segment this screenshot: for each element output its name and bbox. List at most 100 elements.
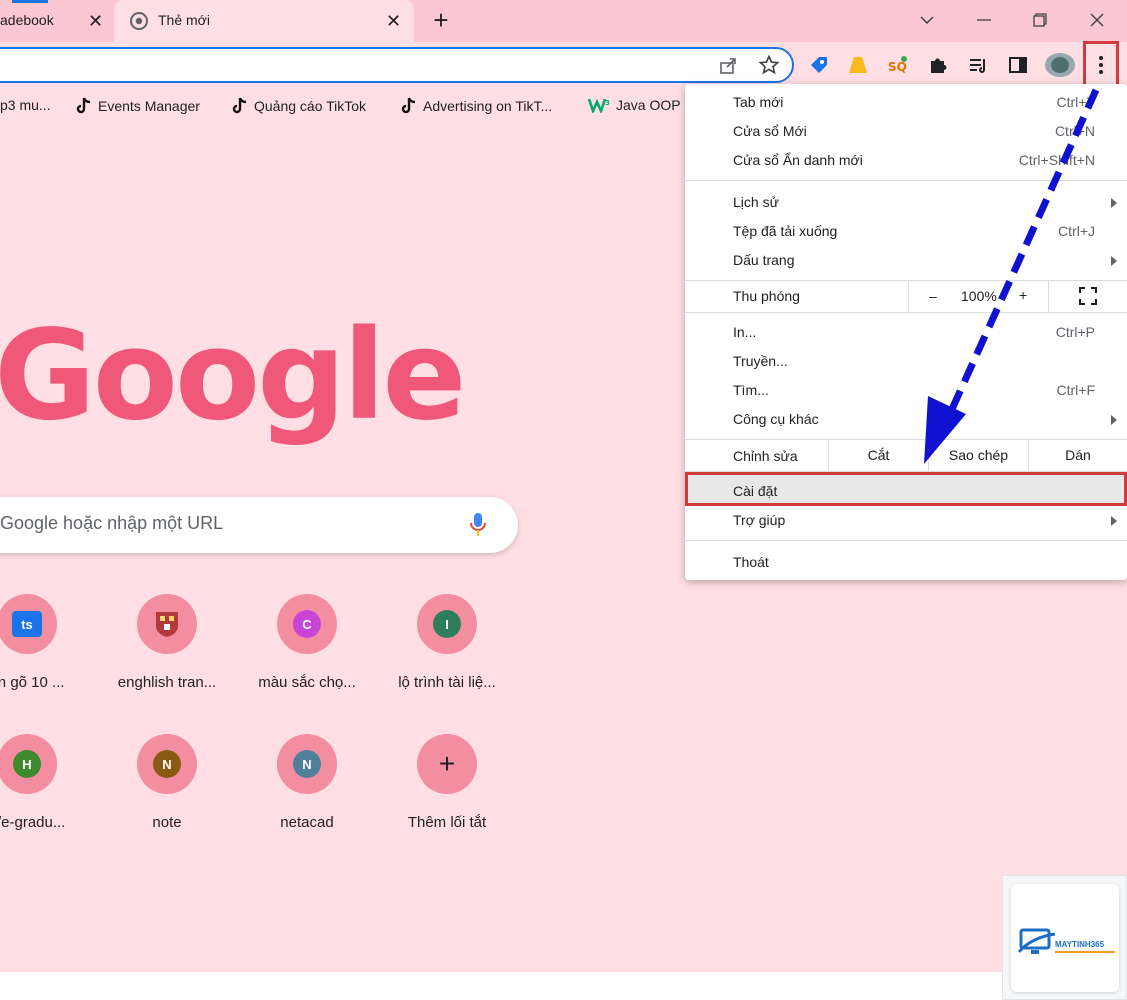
shortcut-tile[interactable]: ts ên gõ 10 ... [0,594,92,691]
menu-item-label: Dấu trang [733,252,795,268]
shortcut-initial: H [13,750,41,778]
menu-item-find[interactable]: Tìm... Ctrl+F [685,376,1127,405]
zoom-out-button[interactable]: – [929,288,937,304]
menu-item-bookmarks[interactable]: Dấu trang [685,246,1127,275]
watermark-tagline-bar [1055,951,1115,953]
tab-strip: adebook ✕ Thẻ mới ✕ + [0,0,1127,42]
minimize-icon[interactable] [969,6,999,34]
menu-button-highlight [1083,41,1119,87]
share-icon[interactable] [718,54,740,76]
menu-item-history[interactable]: Lịch sử [685,188,1127,217]
bookmark-label: Advertising on TikT... [423,98,553,114]
fullscreen-icon [1079,287,1097,305]
star-icon[interactable] [758,54,780,76]
reading-list-icon[interactable] [967,54,989,76]
zoom-label: Thu phóng [733,288,800,304]
drive-extension-icon[interactable] [847,54,869,76]
menu-edit-row: Chỉnh sửa Cắt Sao chép Dán [685,440,1127,471]
fullscreen-button[interactable] [1048,281,1127,312]
add-shortcut-button[interactable]: + Thêm lối tắt [382,734,512,831]
tab-close-icon[interactable]: ✕ [88,12,103,30]
bookmark-item[interactable]: Events Manager [76,97,200,115]
university-crest-icon [156,612,178,637]
tab-close-icon[interactable]: ✕ [386,12,401,30]
bookmark-label: p3 mu... [0,97,51,113]
menu-item-label: Cửa sổ Ẩn danh mới [733,152,863,168]
menu-item-cast[interactable]: Truyền... [685,347,1127,376]
shortcut-tile[interactable]: enghlish tran... [102,594,232,691]
menu-item-label: Tìm... [733,382,769,398]
shortcut-icon: ts [0,594,57,654]
bookmark-item[interactable]: 3 Java OOP [588,97,681,113]
menu-item-label: Cài đặt [733,483,778,499]
bookmark-item[interactable]: p3 mu... [0,97,51,113]
shortcut-icon: N [277,734,337,794]
close-icon[interactable] [1082,6,1112,34]
menu-item-exit[interactable]: Thoát [685,548,1127,577]
bookmark-item[interactable]: Advertising on TikT... [401,97,552,115]
menu-item-settings[interactable]: Cài đặt [685,472,1127,506]
menu-item-new-window[interactable]: Cửa sổ Mới Ctrl+N [685,117,1127,146]
menu-item-label: Trợ giúp [733,512,786,528]
plus-icon: + [438,748,456,779]
menu-item-label: Tệp đã tải xuống [733,223,838,239]
menu-item-shortcut: Ctrl+J [1058,223,1095,239]
restore-icon[interactable] [1025,6,1055,34]
bookmark-label: Quảng cáo TikTok [254,98,367,114]
shortcut-icon: H [0,734,57,794]
menu-item-print[interactable]: In... Ctrl+P [685,318,1127,347]
zoom-controls: – 100% + [908,281,1048,312]
toolbar: SQ [0,42,1127,88]
tag-extension-icon[interactable] [808,54,830,76]
zoom-value: 100% [961,288,997,304]
chrome-icon [130,12,148,33]
menu-item-incognito[interactable]: Cửa sổ Ẩn danh mới Ctrl+Shift+N [685,146,1127,175]
menu-item-more-tools[interactable]: Công cụ khác [685,405,1127,434]
side-panel-icon[interactable] [1007,54,1029,76]
shortcut-label: lộ trình tài liệ... [398,674,496,691]
search-input[interactable]: Google hoặc nhập một URL [0,497,518,553]
menu-item-help[interactable]: Trợ giúp [685,506,1127,535]
menu-item-label: Cửa sổ Mới [733,123,807,139]
shortcut-tile[interactable]: C màu sắc chọ... [242,594,372,691]
svg-text:3: 3 [605,99,610,107]
watermark-card: MAYTINH365 [1011,884,1119,992]
shortcut-tile[interactable]: N note [102,734,232,831]
shortcut-tile[interactable]: N netacad [242,734,372,831]
shortcut-icon: I [417,594,477,654]
microphone-icon[interactable] [470,512,486,543]
menu-item-shortcut: Ctrl+N [1054,123,1095,139]
menu-divider [685,312,1127,313]
cut-button[interactable]: Cắt [828,440,928,471]
tiktok-icon [232,97,247,114]
tab-new-tab[interactable]: Thẻ mới ✕ [114,0,414,42]
google-logo: Google [0,304,467,448]
seo-extension-icon[interactable]: SQ [887,54,909,76]
paste-button[interactable]: Dán [1028,440,1127,471]
w3schools-icon: 3 [588,98,610,113]
menu-item-downloads[interactable]: Tệp đã tải xuống Ctrl+J [685,217,1127,246]
menu-item-label: Truyền... [733,353,788,369]
menu-item-shortcut: Ctrl+T [1056,94,1096,110]
tiktok-icon [401,97,416,114]
shortcut-initial: N [293,750,321,778]
tab-facebook[interactable]: adebook ✕ [0,0,110,42]
profile-avatar[interactable] [1044,51,1076,79]
menu-item-shortcut: Ctrl+P [1055,324,1095,340]
zoom-in-button[interactable]: + [1019,287,1027,303]
chevron-down-icon[interactable] [912,6,942,34]
shortcut-icon [137,594,197,654]
address-bar[interactable] [0,47,794,83]
new-tab-button[interactable]: + [428,7,454,34]
shortcut-tile[interactable]: H ://e-gradu... [0,734,92,831]
menu-item-new-tab[interactable]: Tab mới Ctrl+T [685,88,1127,117]
shortcut-initial: I [433,610,461,638]
shortcut-tile[interactable]: I lộ trình tài liệ... [382,594,512,691]
puzzle-extensions-icon[interactable] [927,54,949,76]
menu-divider [685,180,1127,181]
menu-zoom-row: Thu phóng – 100% + [685,281,1127,312]
bookmark-item[interactable]: Quảng cáo TikTok [232,97,366,115]
submenu-arrow-icon [1111,198,1117,208]
copy-button[interactable]: Sao chép [928,440,1028,471]
menu-item-label: Thoát [733,554,769,570]
